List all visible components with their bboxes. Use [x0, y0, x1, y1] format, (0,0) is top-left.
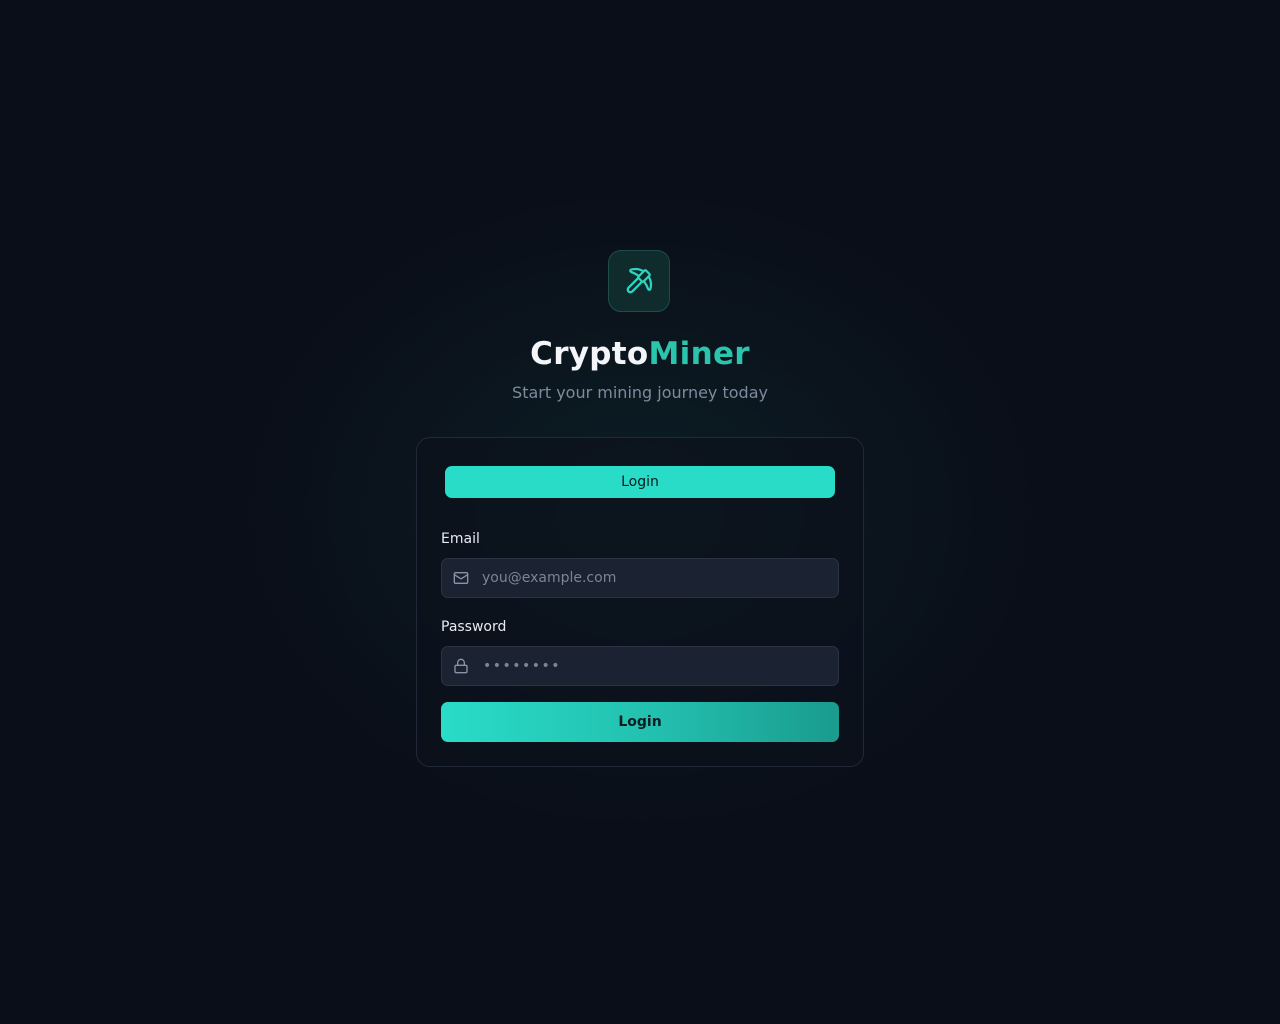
mail-icon [453, 572, 469, 584]
app-title-part1: Crypto [530, 336, 649, 372]
tab-login[interactable]: Login [445, 466, 835, 498]
email-label: Email [441, 531, 480, 547]
auth-card: Login Email Password •••••••• Login [416, 437, 864, 767]
pickaxe-icon [626, 267, 653, 294]
logo [608, 250, 670, 312]
email-input[interactable] [482, 559, 832, 597]
app-subtitle: Start your mining journey today [512, 383, 768, 402]
password-label: Password [441, 619, 507, 635]
app-title-part2: Miner [648, 336, 750, 372]
email-field[interactable] [441, 558, 839, 598]
lock-icon [454, 658, 468, 674]
app-title: CryptoMiner [0, 334, 1280, 374]
password-field[interactable]: •••••••• [441, 646, 839, 686]
login-button[interactable]: Login [441, 702, 839, 742]
password-placeholder[interactable]: •••••••• [483, 657, 561, 675]
